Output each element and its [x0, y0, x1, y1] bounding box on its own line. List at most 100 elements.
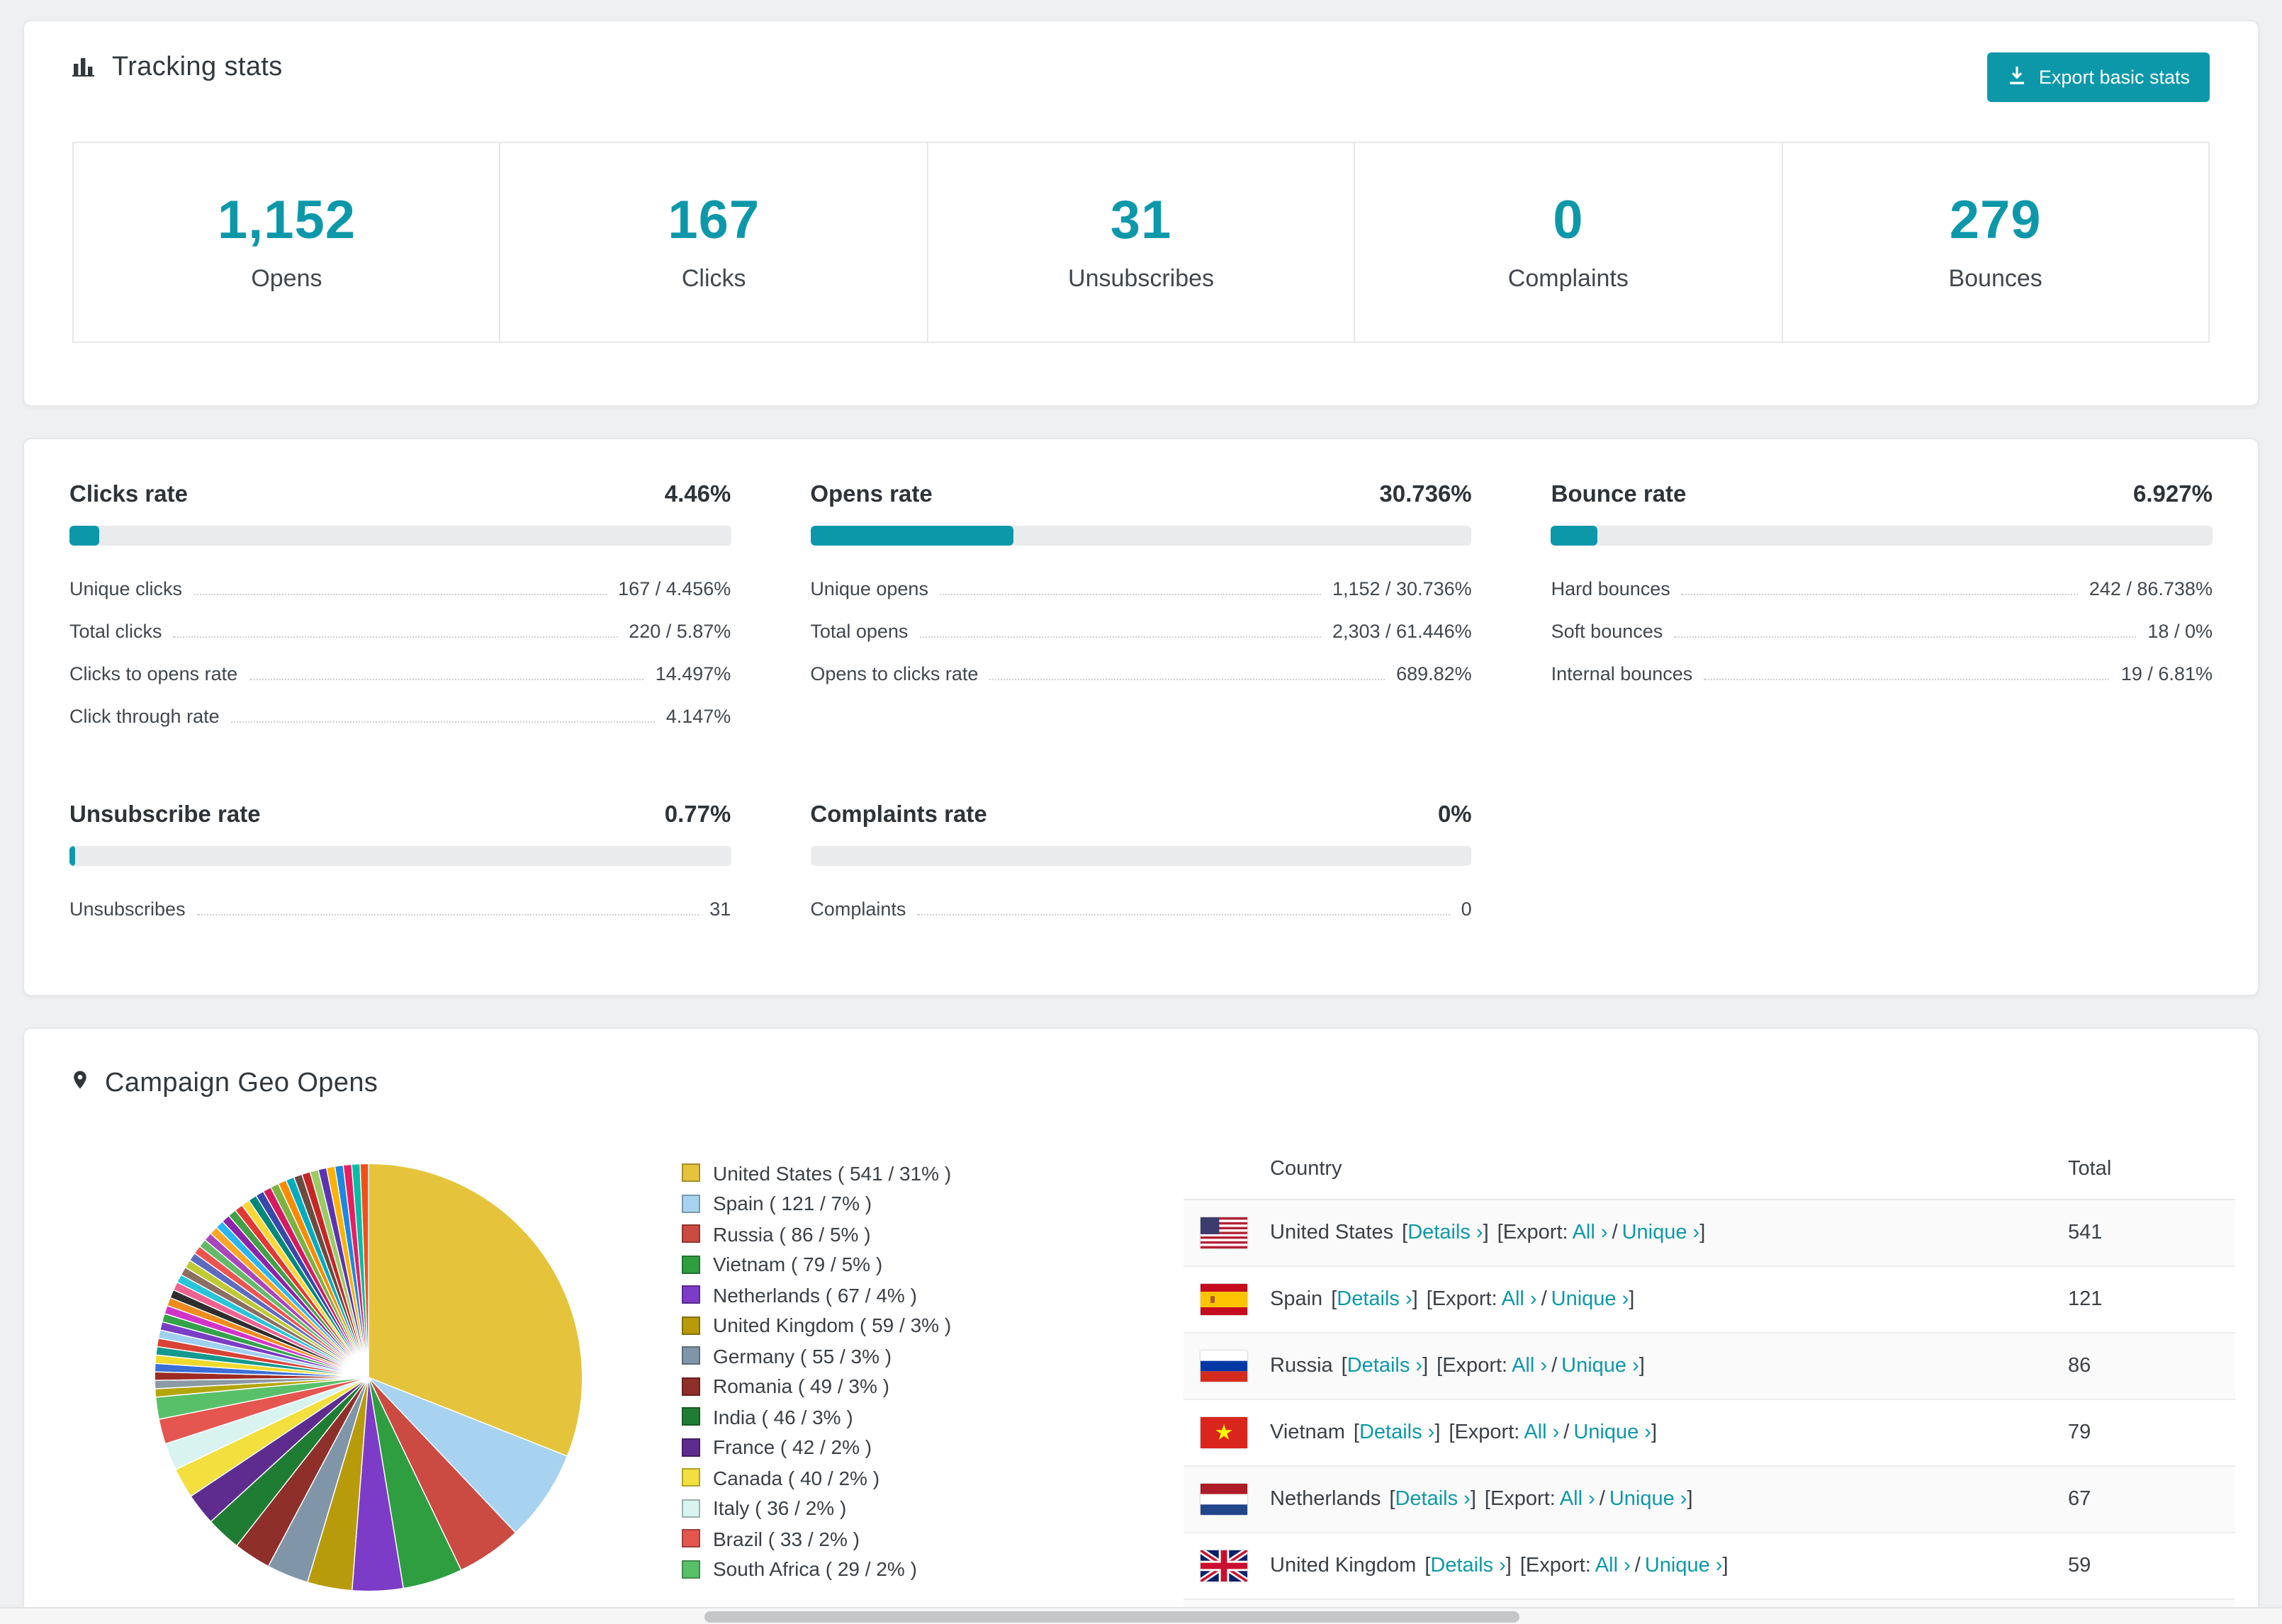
legend-item: Romania ( 49 / 3% ): [682, 1371, 1101, 1402]
legend-swatch: [682, 1285, 700, 1304]
horizontal-scrollbar[interactable]: [0, 1607, 2282, 1624]
column-header-country: Country: [1270, 1157, 1342, 1180]
legend-swatch: [682, 1438, 700, 1457]
rate-percent: 4.46%: [664, 482, 731, 507]
country-name: United States: [1270, 1222, 1394, 1244]
country-name: Netherlands: [1270, 1488, 1381, 1511]
stat-value: 1,152: [217, 191, 356, 251]
legend-item: Vietnam ( 79 / 5% ): [682, 1249, 1101, 1280]
total-cell: 121: [2068, 1288, 2103, 1311]
flag-us-icon: [1201, 1217, 1247, 1248]
stat-cell-complaints: 0 Complaints: [1354, 142, 1783, 343]
export-unique-link[interactable]: Unique ›: [1645, 1555, 1723, 1577]
rate-title: Clicks rate: [69, 482, 188, 507]
geo-section-title: Campaign Geo Opens: [105, 1068, 378, 1098]
details-link[interactable]: Details ›: [1347, 1355, 1422, 1377]
export-all-link[interactable]: All ›: [1502, 1288, 1537, 1311]
legend-swatch: [682, 1346, 700, 1365]
stat-cell-opens: 1,152 Opens: [72, 142, 501, 343]
legend-item: United States ( 541 / 31% ): [682, 1158, 1101, 1188]
legend-item: France ( 42 / 2% ): [682, 1432, 1101, 1462]
legend-swatch: [682, 1255, 700, 1274]
opens-rate-progress: [810, 526, 1472, 546]
rate-percent: 30.736%: [1379, 482, 1472, 507]
scrollbar-thumb[interactable]: [704, 1611, 1519, 1623]
legend-item: Brazil ( 33 / 2% ): [682, 1523, 1101, 1554]
legend-swatch: [682, 1560, 700, 1579]
stat-label: Bounces: [1948, 265, 2042, 292]
rate-title: Complaints rate: [810, 802, 987, 828]
page-title: Tracking stats: [112, 52, 283, 82]
stat-row: Total opens 2,303 / 61.446%: [810, 620, 1472, 641]
legend-swatch: [682, 1407, 700, 1426]
geo-table: Country Total United States [Details ›] …: [1184, 1138, 2235, 1624]
country-name: Vietnam: [1270, 1421, 1345, 1444]
flag-russia-icon: [1201, 1350, 1247, 1382]
legend-swatch: [682, 1224, 700, 1244]
complaints-rate-progress: [810, 846, 1472, 866]
total-cell: 67: [2068, 1488, 2091, 1511]
dotted-leader: [989, 678, 1386, 680]
flag-spain-icon: [1201, 1284, 1247, 1315]
legend-item: India ( 46 / 3% ): [682, 1402, 1101, 1432]
stat-cell-unsubscribes: 31 Unsubscribes: [926, 142, 1356, 343]
export-all-link[interactable]: All ›: [1524, 1421, 1559, 1444]
stat-row: Unsubscribes 31: [69, 898, 731, 919]
export-unique-link[interactable]: Unique ›: [1622, 1222, 1700, 1244]
flag-vietnam-icon: [1201, 1417, 1247, 1448]
rate-title: Bounce rate: [1551, 482, 1687, 507]
rate-percent: 6.927%: [2133, 482, 2213, 507]
export-unique-link[interactable]: Unique ›: [1561, 1355, 1639, 1377]
table-row: Netherlands [Details ›] [Export: All › / Un…: [1184, 1467, 2235, 1533]
rates-card: Clicks rate 4.46% Unique clicks 167 / 4.4…: [23, 438, 2259, 996]
stat-label: Clicks: [681, 265, 746, 292]
details-link[interactable]: Details ›: [1430, 1555, 1505, 1577]
stat-row: Clicks to opens rate 14.497%: [69, 662, 731, 684]
export-unique-link[interactable]: Unique ›: [1573, 1421, 1651, 1444]
stat-row: Unique clicks 167 / 4.456%: [69, 577, 731, 599]
details-link[interactable]: Details ›: [1359, 1421, 1434, 1444]
table-row: Spain [Details ›] [Export: All › / Unique ›…: [1184, 1267, 2235, 1333]
export-unique-link[interactable]: Unique ›: [1609, 1488, 1687, 1511]
country-name: United Kingdom: [1270, 1555, 1417, 1577]
stat-row: Total clicks 220 / 5.87%: [69, 620, 731, 641]
details-link[interactable]: Details ›: [1395, 1488, 1470, 1511]
stat-label: Opens: [251, 265, 322, 292]
rate-title: Opens rate: [810, 482, 933, 507]
legend-item: Canada ( 40 / 2% ): [682, 1462, 1101, 1493]
pie-chart-svg: [154, 1163, 583, 1592]
legend-item: Netherlands ( 67 / 4% ): [682, 1280, 1101, 1310]
legend-item: Germany ( 55 / 3% ): [682, 1341, 1101, 1371]
legend-item: Russia ( 86 / 5% ): [682, 1219, 1101, 1249]
export-basic-stats-button[interactable]: Export basic stats: [1987, 52, 2210, 102]
stat-cell-bounces: 279 Bounces: [1781, 142, 2210, 343]
legend-swatch: [682, 1163, 700, 1183]
details-link[interactable]: Details ›: [1407, 1222, 1483, 1244]
export-unique-link[interactable]: Unique ›: [1551, 1288, 1629, 1311]
location-pin-icon: [69, 1066, 91, 1101]
dotted-leader: [230, 721, 655, 722]
country-name: Spain: [1270, 1288, 1323, 1311]
page: Tracking stats Export basic stats 1,152 …: [0, 0, 2282, 1624]
unsubscribe-rate-progress: [69, 846, 731, 866]
legend-swatch: [682, 1529, 700, 1548]
legend-item: South Africa ( 29 / 2% ): [682, 1554, 1101, 1584]
export-all-link[interactable]: All ›: [1512, 1355, 1547, 1377]
legend-swatch: [682, 1194, 700, 1213]
table-row: Russia [Details ›] [Export: All › / Unique …: [1184, 1333, 2235, 1400]
stat-value: 167: [668, 191, 760, 251]
stat-row: Soft bounces 18 / 0%: [1551, 620, 2213, 641]
dotted-leader: [173, 636, 618, 637]
dotted-leader: [1704, 678, 2110, 680]
table-row: Vietnam [Details ›] [Export: All › / Unique…: [1184, 1400, 2235, 1467]
export-all-link[interactable]: All ›: [1595, 1555, 1631, 1577]
summary-stats-strip: 1,152 Opens 167 Clicks 31 Unsubscribes 0…: [50, 142, 2232, 343]
dotted-leader: [249, 678, 644, 680]
stat-cell-clicks: 167 Clicks: [499, 142, 928, 343]
tracking-stats-card: Tracking stats Export basic stats 1,152 …: [23, 20, 2259, 407]
details-link[interactable]: Details ›: [1337, 1288, 1412, 1311]
clicks-rate-progress: [69, 526, 731, 546]
export-all-link[interactable]: All ›: [1560, 1488, 1595, 1511]
table-row: United States [Details ›] [Export: All › /…: [1184, 1200, 2235, 1267]
export-all-link[interactable]: All ›: [1573, 1222, 1608, 1244]
